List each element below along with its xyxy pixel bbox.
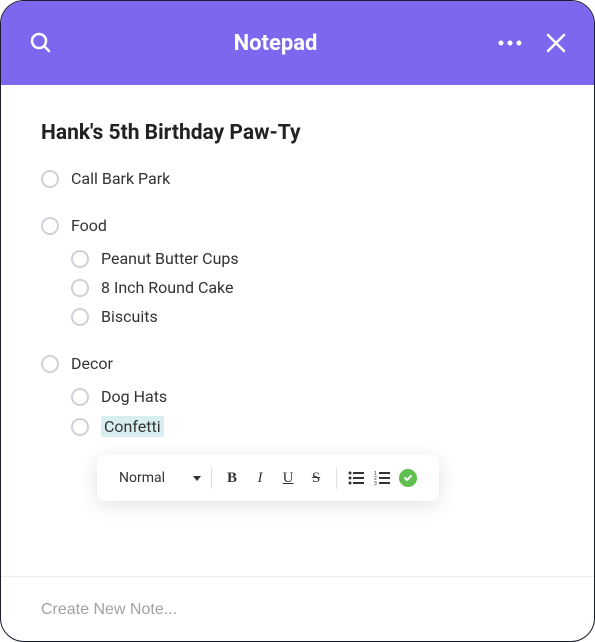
checklist-item[interactable]: Confetti (71, 416, 554, 437)
checklist-button[interactable] (399, 469, 417, 487)
checklist-item[interactable]: Call Bark Park (41, 169, 554, 188)
italic-button[interactable]: I (250, 470, 270, 487)
close-icon[interactable] (546, 33, 566, 53)
format-toolbar: Normal B I U S (97, 455, 439, 501)
checklist-item[interactable]: Decor (41, 354, 554, 373)
search-icon[interactable] (29, 31, 53, 55)
more-icon[interactable] (498, 40, 522, 46)
checklist-item[interactable]: Dog Hats (71, 387, 554, 406)
footer (1, 576, 594, 641)
checkbox-icon[interactable] (71, 388, 89, 406)
checklist-label[interactable]: Call Bark Park (71, 169, 170, 188)
checklist-label[interactable]: Biscuits (101, 307, 158, 326)
checklist-label[interactable]: Confetti (101, 416, 164, 437)
checkbox-icon[interactable] (71, 250, 89, 268)
checklist-label[interactable]: 8 Inch Round Cake (101, 278, 234, 297)
checkbox-icon[interactable] (41, 355, 59, 373)
note-content: Hank's 5th Birthday Paw-Ty Call Bark Par… (1, 85, 594, 576)
notepad-window: Notepad Hank's 5th Birthday Paw-Ty (0, 0, 595, 642)
checklist-item[interactable]: Food (41, 216, 554, 235)
checklist: Call Bark Park Food Peanut Butter Cups 8… (41, 169, 554, 437)
header: Notepad (1, 1, 594, 85)
underline-button[interactable]: U (278, 470, 298, 487)
numbered-list-button[interactable]: 1 2 3 (373, 469, 391, 487)
checkbox-icon[interactable] (71, 418, 89, 436)
bullet-list-button[interactable] (347, 469, 365, 487)
checkbox-icon[interactable] (71, 279, 89, 297)
checkbox-icon[interactable] (41, 217, 59, 235)
note-title[interactable]: Hank's 5th Birthday Paw-Ty (41, 121, 554, 145)
text-style-select[interactable]: Normal (119, 470, 201, 486)
svg-text:3: 3 (374, 481, 377, 485)
new-note-input[interactable] (41, 601, 554, 619)
checkbox-icon[interactable] (41, 170, 59, 188)
checkbox-icon[interactable] (71, 308, 89, 326)
chevron-down-icon (193, 476, 201, 481)
text-style-label: Normal (119, 470, 165, 486)
checklist-label[interactable]: Food (71, 216, 107, 235)
checklist-label[interactable]: Dog Hats (101, 387, 167, 406)
bold-button[interactable]: B (222, 470, 242, 487)
checklist-label[interactable]: Decor (71, 354, 113, 373)
checklist-item[interactable]: Biscuits (71, 307, 554, 326)
checklist-label[interactable]: Peanut Butter Cups (101, 249, 239, 268)
checklist-item[interactable]: Peanut Butter Cups (71, 249, 554, 268)
app-title: Notepad (234, 31, 318, 56)
strikethrough-button[interactable]: S (306, 470, 326, 487)
checklist-item[interactable]: 8 Inch Round Cake (71, 278, 554, 297)
